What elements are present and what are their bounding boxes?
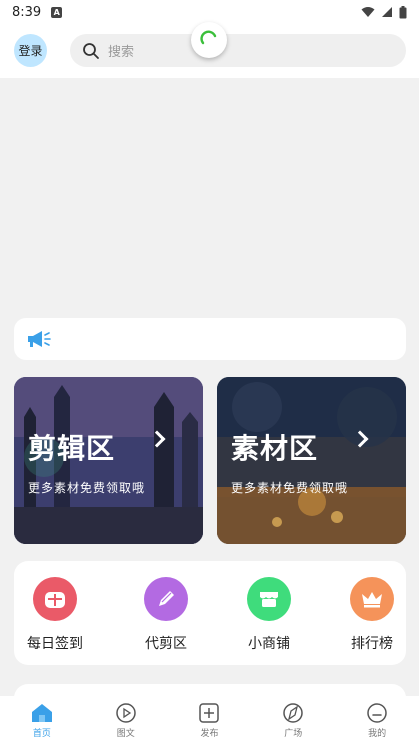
editing-zone-card[interactable]: 剪辑区 更多素材免费领取哦 — [14, 377, 203, 544]
nav-label: 图文 — [116, 729, 135, 739]
search-input[interactable]: 搜索 — [70, 34, 406, 67]
daily-checkin-button[interactable]: 每日签到 — [20, 577, 90, 653]
signal-icon — [382, 7, 392, 17]
play-icon — [115, 703, 136, 723]
quick-actions-panel: 每日签到 代剪区 小商铺 排行榜 — [14, 561, 406, 665]
megaphone-icon — [28, 331, 51, 347]
action-label: 每日签到 — [27, 636, 83, 652]
battery-icon — [399, 5, 407, 18]
action-label: 小商铺 — [248, 636, 290, 652]
home-icon — [31, 704, 52, 722]
user-icon — [367, 703, 387, 723]
shop-button[interactable]: 小商铺 — [234, 577, 304, 653]
status-time: 8:39 — [12, 4, 42, 20]
nav-publish[interactable]: 发布 — [168, 696, 252, 744]
nav-label: 首页 — [32, 729, 51, 739]
nav-profile[interactable]: 我的 — [335, 696, 419, 744]
nav-label: 广场 — [284, 729, 303, 739]
action-label: 代剪区 — [145, 636, 187, 652]
pencil-icon — [144, 577, 188, 621]
search-icon — [83, 42, 99, 59]
spinner-icon — [200, 30, 217, 45]
wifi-icon — [361, 7, 375, 17]
announcement-bar[interactable] — [14, 318, 406, 360]
shop-icon — [247, 577, 291, 621]
nav-home[interactable]: 首页 — [0, 696, 84, 744]
compass-icon — [283, 703, 304, 723]
material-zone-card[interactable]: 素材区 更多素材免费领取哦 — [217, 377, 406, 544]
search-placeholder: 搜索 — [108, 45, 135, 60]
calendar-icon — [33, 577, 77, 621]
proxy-edit-button[interactable]: 代剪区 — [131, 577, 201, 653]
card-title: 剪辑区 — [28, 432, 116, 465]
app-screen: 8:39 A 登录 搜索 剪辑区 更多素材免费领取哦 素材区 更多素材免费领取哦… — [0, 0, 419, 744]
status-bar: 8:39 A — [0, 0, 419, 24]
nav-square[interactable]: 广场 — [251, 696, 335, 744]
action-label: 排行榜 — [351, 636, 393, 652]
notification-icon: A — [51, 6, 63, 18]
nav-label: 我的 — [368, 729, 387, 739]
nav-posts[interactable]: 图文 — [84, 696, 168, 744]
plus-icon — [199, 703, 220, 723]
refresh-spinner — [191, 22, 227, 58]
card-title: 素材区 — [231, 432, 319, 465]
crown-icon — [350, 577, 394, 621]
nav-label: 发布 — [200, 729, 219, 739]
bottom-nav: 首页 图文 发布 广场 我的 — [0, 696, 419, 744]
login-button[interactable]: 登录 — [14, 34, 47, 67]
status-icons — [361, 5, 407, 19]
leaderboard-button[interactable]: 排行榜 — [337, 577, 407, 653]
card-subtitle: 更多素材免费领取哦 — [231, 481, 349, 495]
card-subtitle: 更多素材免费领取哦 — [28, 481, 146, 495]
